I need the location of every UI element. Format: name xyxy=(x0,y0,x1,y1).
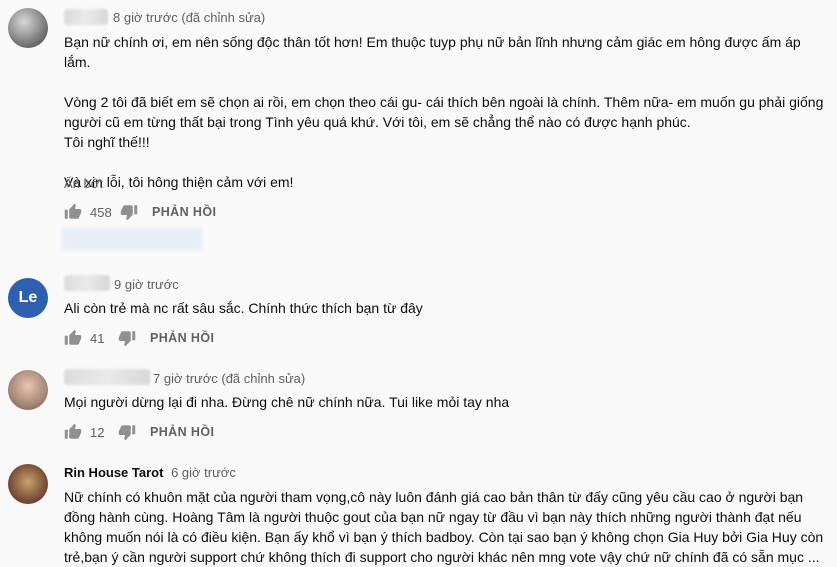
like-count: 41 xyxy=(90,330,105,346)
comment-actions: 458 PHẢN HỒI xyxy=(64,201,216,223)
reply-button[interactable]: PHẢN HỒI xyxy=(150,425,214,439)
reply-button[interactable]: PHẢN HỒI xyxy=(152,205,216,219)
thumb-down-icon[interactable] xyxy=(118,423,136,441)
author-name[interactable]: Rin House Tarot xyxy=(64,465,163,480)
comment-timestamp[interactable]: 7 giờ trước (đã chỉnh sửa) xyxy=(153,371,305,386)
thumb-down-icon[interactable] xyxy=(118,329,136,347)
thumb-down-icon[interactable] xyxy=(120,203,138,221)
like-count: 458 xyxy=(90,204,112,220)
view-replies-blurred[interactable] xyxy=(62,228,202,250)
reply-button[interactable]: PHẢN HỒI xyxy=(150,331,214,345)
thumb-up-icon[interactable] xyxy=(64,329,82,347)
author-name-blurred[interactable] xyxy=(64,9,108,25)
comment-actions: 41 PHẢN HỒI xyxy=(64,327,214,349)
avatar-initials: Le xyxy=(18,289,38,306)
comment-header: Rin House Tarot 6 giờ trước xyxy=(64,465,236,480)
avatar[interactable]: Le xyxy=(8,278,48,318)
comment-timestamp[interactable]: 8 giờ trước (đã chỉnh sửa) xyxy=(113,10,265,25)
comment-timestamp[interactable]: 9 giờ trước xyxy=(114,277,179,292)
like-count: 12 xyxy=(90,424,105,440)
avatar[interactable] xyxy=(8,8,48,48)
thumb-up-icon[interactable] xyxy=(64,203,82,221)
comment-text: Nữ chính có khuôn mặt của người tham vọn… xyxy=(64,489,824,565)
avatar[interactable] xyxy=(8,464,48,504)
avatar[interactable] xyxy=(8,370,48,410)
author-name-blurred[interactable] xyxy=(64,275,110,291)
comment-text: Ali còn trẻ mà nc rất sâu sắc. Chính thứ… xyxy=(64,300,423,316)
show-less-link[interactable]: Ẩn bớt xyxy=(64,176,103,191)
comment-actions: 12 PHẢN HỒI xyxy=(64,421,214,443)
thumb-up-icon[interactable] xyxy=(64,423,82,441)
comment-timestamp[interactable]: 6 giờ trước xyxy=(171,465,236,480)
author-name-blurred[interactable] xyxy=(64,369,150,385)
comment-text: Bạn nữ chính ơi, em nên sống độc thân tố… xyxy=(64,34,824,190)
comment-text: Mọi người dừng lại đi nha. Đừng chê nữ c… xyxy=(64,394,510,410)
